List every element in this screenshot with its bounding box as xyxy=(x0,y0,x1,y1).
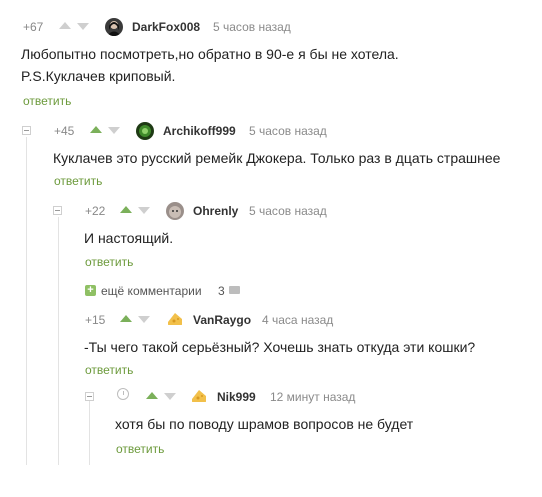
upvote-arrow-icon[interactable] xyxy=(120,206,132,213)
thread-line xyxy=(58,217,59,465)
more-comments-count: 3 xyxy=(218,284,225,298)
comment-author[interactable]: Ohrenly xyxy=(193,204,238,218)
avatar-cheese-icon[interactable] xyxy=(190,387,208,405)
comment-time[interactable]: 5 часов назад xyxy=(249,124,327,138)
expand-plus-icon[interactable]: + xyxy=(85,285,96,296)
comment-text: хотя бы по поводу шрамов вопросов не буд… xyxy=(115,416,414,432)
downvote-arrow-icon[interactable] xyxy=(138,316,150,323)
avatar-girl-icon[interactable] xyxy=(105,18,123,36)
comment-text: P.S.Куклачев криповый. xyxy=(21,68,176,84)
downvote-arrow-icon[interactable] xyxy=(164,393,176,400)
comment-rating: +15 xyxy=(85,313,106,327)
comment-author[interactable]: DarkFox008 xyxy=(132,20,200,34)
downvote-arrow-icon[interactable] xyxy=(108,127,120,134)
thread-line xyxy=(89,398,90,465)
comment-text: Куклачев это русский ремейк Джокера. Тол… xyxy=(53,150,501,166)
upvote-arrow-icon[interactable] xyxy=(59,22,71,29)
reply-link[interactable]: ответить xyxy=(116,442,164,456)
comment-author[interactable]: Archikoff999 xyxy=(163,124,236,138)
upvote-arrow-icon[interactable] xyxy=(120,315,132,322)
comment-bubble-icon xyxy=(229,286,240,294)
thread-line xyxy=(26,137,27,465)
comment-text: И настоящий. xyxy=(84,230,174,246)
comment-rating: +22 xyxy=(85,204,106,218)
more-comments-label[interactable]: ещё комментарии xyxy=(101,284,202,298)
comment-author[interactable]: Nik999 xyxy=(217,390,256,404)
comment-time[interactable]: 12 минут назад xyxy=(270,390,355,404)
reply-link[interactable]: ответить xyxy=(54,174,102,188)
comment-time[interactable]: 5 часов назад xyxy=(213,20,291,34)
reply-link[interactable]: ответить xyxy=(85,255,133,269)
comment-author[interactable]: VanRaygo xyxy=(193,313,251,327)
upvote-arrow-icon[interactable] xyxy=(146,392,158,399)
clock-icon xyxy=(117,388,129,400)
downvote-arrow-icon[interactable] xyxy=(138,207,150,214)
comment-text: -Ты чего такой серьёзный? Хочешь знать о… xyxy=(84,339,476,355)
comment-time[interactable]: 4 часа назад xyxy=(262,313,333,327)
comment-rating: +45 xyxy=(54,124,75,138)
upvote-arrow-icon[interactable] xyxy=(90,126,102,133)
avatar-green-icon[interactable] xyxy=(136,122,154,140)
collapse-toggle-icon[interactable] xyxy=(22,126,31,135)
reply-link[interactable]: ответить xyxy=(85,363,133,377)
collapse-toggle-icon[interactable] xyxy=(85,392,94,401)
reply-link[interactable]: ответить xyxy=(23,94,71,108)
avatar-cat-icon[interactable] xyxy=(166,202,184,220)
comment-text: Любопытно посмотреть,но обратно в 90-е я… xyxy=(21,46,399,62)
collapse-toggle-icon[interactable] xyxy=(53,206,62,215)
comment-rating: +67 xyxy=(23,20,44,34)
comment-time[interactable]: 5 часов назад xyxy=(249,204,327,218)
downvote-arrow-icon[interactable] xyxy=(77,23,89,30)
avatar-cheese-icon[interactable] xyxy=(166,310,184,328)
